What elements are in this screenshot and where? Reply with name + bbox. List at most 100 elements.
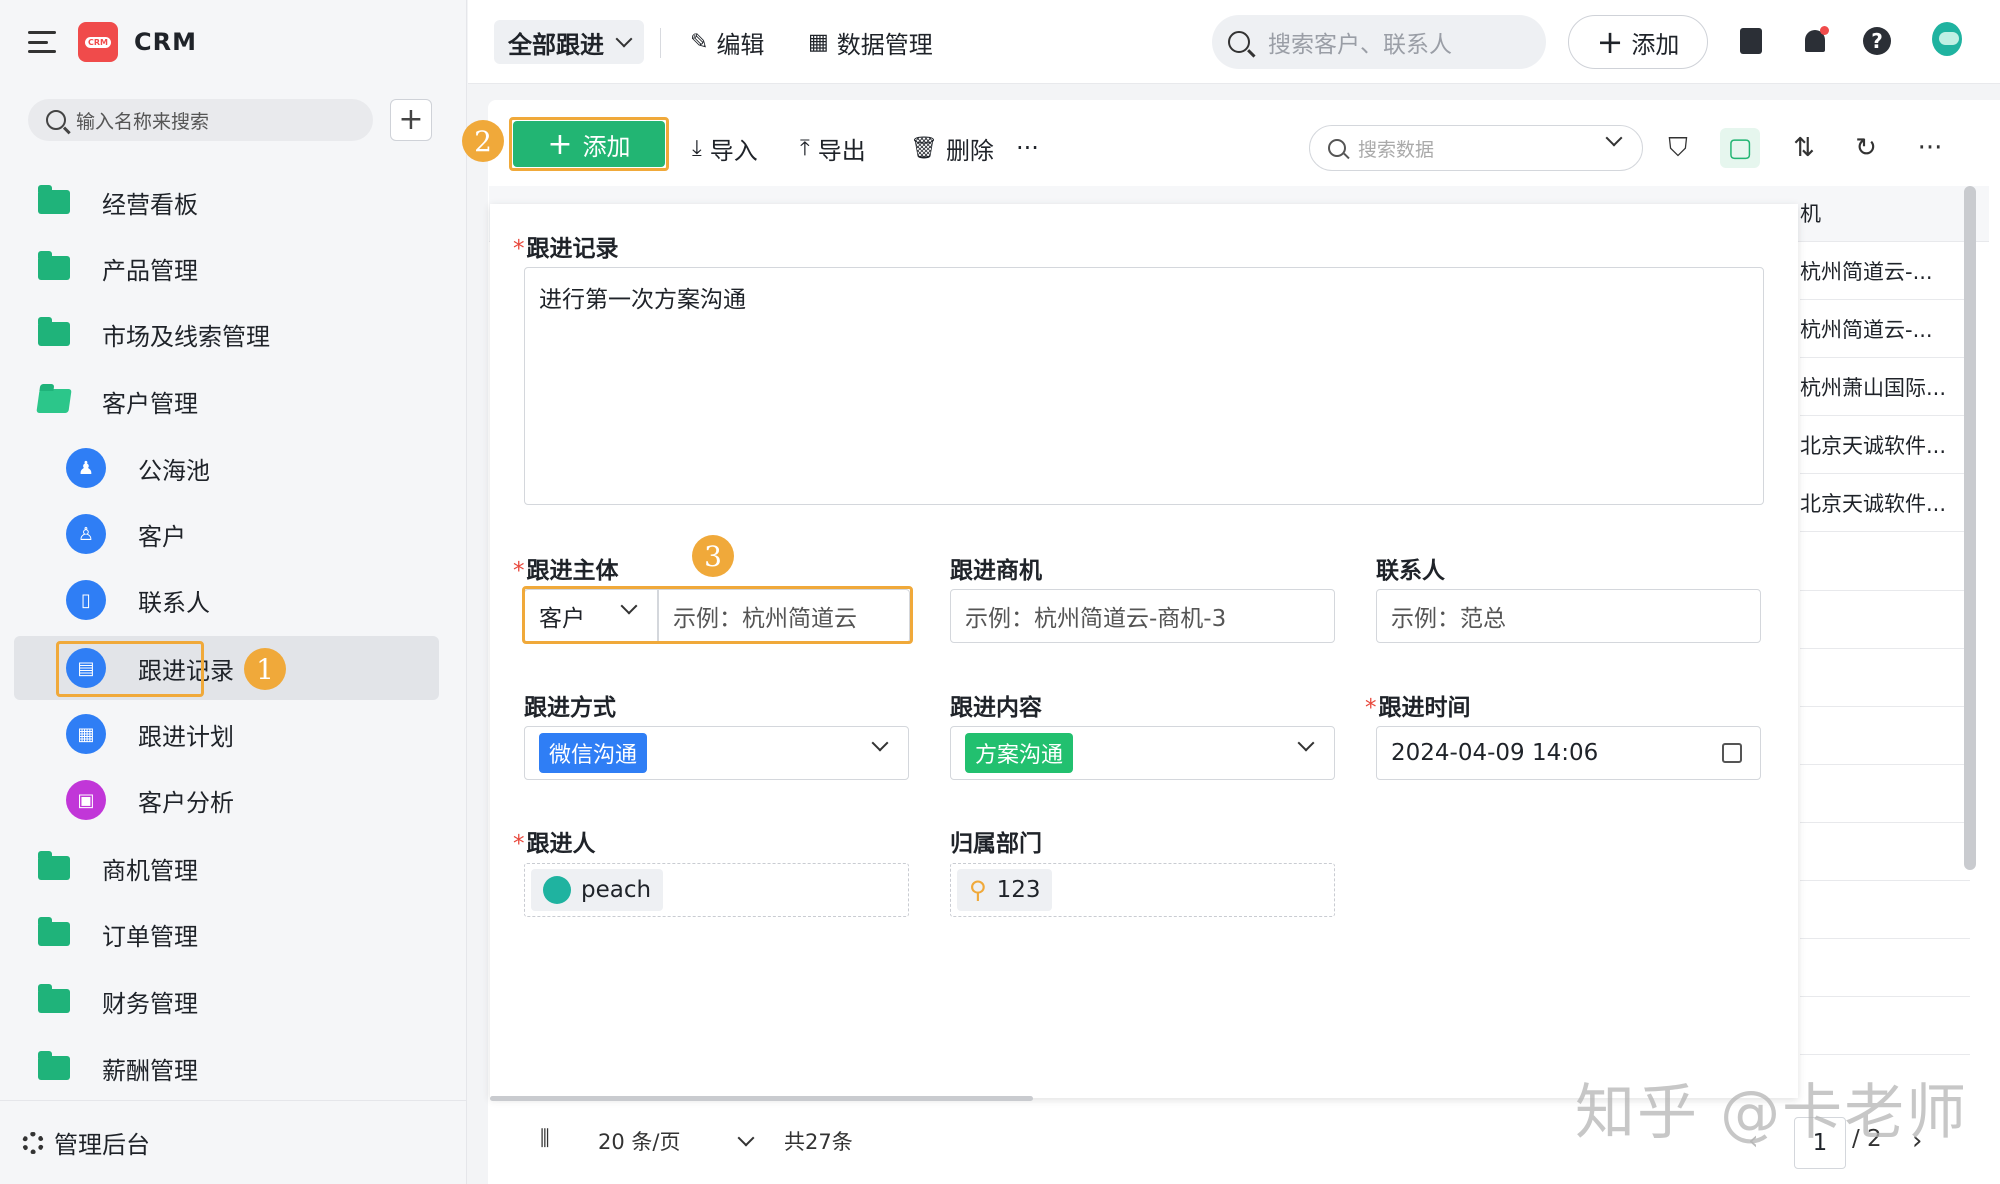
owner-name: peach <box>581 877 652 903</box>
method-select[interactable]: 微信沟通 <box>524 726 909 780</box>
folder-icon <box>38 251 70 280</box>
sidebar-item-finance[interactable]: 财务管理 <box>14 969 439 1033</box>
content-select[interactable]: 方案沟通 <box>950 726 1335 780</box>
watermark: 知乎 @卡老师 <box>1575 1078 1969 1148</box>
sidebar-item-contacts[interactable]: ▯ 联系人 <box>14 568 439 632</box>
chevron-down-icon <box>1297 734 1315 752</box>
folder-icon <box>38 917 70 946</box>
sidebar-item-public-pool[interactable]: ♟ 公海池 <box>14 436 439 500</box>
highlight-box-subject <box>522 586 913 644</box>
customer-icon: ♙ <box>66 514 106 554</box>
help-icon[interactable]: ? <box>1862 26 1892 56</box>
menu-icon[interactable] <box>28 31 56 53</box>
top-add-button[interactable]: + 添加 <box>1568 15 1708 69</box>
table-row-divider <box>1800 880 1970 881</box>
sidebar-item-label: 薪酬管理 <box>102 1056 198 1085</box>
sidebar-item-products[interactable]: 产品管理 <box>14 236 439 300</box>
page-size-select[interactable]: 20 条/页 <box>598 1126 755 1156</box>
sidebar-item-customer-management[interactable]: 客户管理 <box>14 369 439 433</box>
global-search-input[interactable]: 搜索客户、联系人 <box>1212 15 1546 69</box>
bell-icon[interactable] <box>1800 26 1830 56</box>
sidebar-item-orders[interactable]: 订单管理 <box>14 902 439 966</box>
chevron-down-icon <box>871 734 889 752</box>
table-icon: ▦ <box>808 29 829 55</box>
analysis-icon: ▣ <box>66 780 106 820</box>
folder-icon <box>38 851 70 880</box>
sidebar-item-label: 订单管理 <box>102 922 198 951</box>
sidebar-item-label: 市场及线索管理 <box>102 322 270 351</box>
step-badge-1: 1 <box>244 648 286 690</box>
view-toggle-icon[interactable]: ▢ <box>1720 128 1760 168</box>
dept-label: 归属部门 <box>950 831 1042 857</box>
sort-icon[interactable]: ⇅ <box>1784 128 1824 168</box>
sidebar-header: CRM CRM <box>28 22 197 62</box>
sidebar-item-customers[interactable]: ♙ 客户 <box>14 502 439 566</box>
filter-icon[interactable]: ⛉ <box>1658 128 1698 168</box>
table-row[interactable]: 杭州简道云-... <box>1800 300 1970 358</box>
more-icon[interactable]: ··· <box>1910 128 1950 168</box>
sidebar-item-label: 经营看板 <box>102 190 198 219</box>
sidebar-search-placeholder: 输入名称来搜索 <box>76 110 210 133</box>
record-textarea[interactable]: 进行第一次方案沟通 <box>524 267 1764 505</box>
table-row-divider <box>1800 822 1970 823</box>
dept-field[interactable]: ⚲ 123 <box>950 863 1335 917</box>
data-manage-button[interactable]: ▦ 数据管理 <box>808 22 933 62</box>
vertical-scrollbar[interactable] <box>1964 186 1976 870</box>
book-icon[interactable] <box>1736 26 1766 56</box>
edit-label: 编辑 <box>716 30 765 59</box>
contact-card-icon: ▯ <box>66 580 106 620</box>
sidebar-item-customer-analysis[interactable]: ▣ 客户分析 <box>14 768 439 832</box>
opportunity-input[interactable]: 示例：杭州简道云-商机-3 <box>950 589 1335 643</box>
data-manage-label: 数据管理 <box>836 30 933 59</box>
table-row[interactable]: 北京天诚软件... <box>1800 474 1970 532</box>
table-row[interactable]: 杭州简道云-... <box>1800 242 1970 300</box>
folder-icon <box>38 317 70 346</box>
sidebar-item-opportunities[interactable]: 商机管理 <box>14 836 439 900</box>
owner-field[interactable]: peach <box>524 863 909 917</box>
sidebar-search-input[interactable]: 输入名称来搜索 <box>28 99 373 141</box>
sidebar-item-label: 商机管理 <box>102 856 198 885</box>
sidebar-item-payroll[interactable]: 薪酬管理 <box>14 1036 439 1100</box>
view-selector[interactable]: 全部跟进 <box>494 20 644 64</box>
table-row[interactable]: 杭州萧山国际... <box>1800 358 1970 416</box>
edit-button[interactable]: ✎ 编辑 <box>690 22 764 62</box>
sidebar-add-button[interactable]: + <box>390 99 432 141</box>
contact-label: 联系人 <box>1376 558 1445 584</box>
import-button[interactable]: ⤓ 导入 <box>692 128 758 168</box>
horizontal-scrollbar[interactable] <box>490 1096 1033 1101</box>
method-label: 跟进方式 <box>524 695 616 721</box>
opportunity-label: 跟进商机 <box>950 558 1042 584</box>
app-logo: CRM <box>78 22 118 62</box>
content-label: 跟进内容 <box>950 695 1042 721</box>
data-search-input[interactable]: 搜索数据 <box>1309 125 1643 171</box>
table-row-divider <box>1800 996 1970 997</box>
table-row[interactable]: 北京天诚软件... <box>1800 416 1970 474</box>
sidebar-item-label: 财务管理 <box>102 989 198 1018</box>
admin-console-link[interactable]: 管理后台 <box>0 1100 467 1184</box>
content-tag: 方案沟通 <box>965 733 1074 773</box>
export-button[interactable]: ⤒ 导出 <box>800 128 866 168</box>
method-tag: 微信沟通 <box>539 733 648 773</box>
time-picker[interactable]: 2024-04-09 14:06 <box>1376 726 1761 780</box>
column-settings-icon[interactable]: ⫼ <box>540 1126 550 1151</box>
folder-icon <box>38 984 70 1013</box>
dept-chip[interactable]: ⚲ 123 <box>957 869 1053 911</box>
sidebar-item-dashboard[interactable]: 经营看板 <box>14 170 439 234</box>
table-row-divider <box>1800 590 1970 591</box>
more-actions-button[interactable]: ··· <box>1016 128 1039 168</box>
sidebar-item-label: 跟进计划 <box>138 722 234 751</box>
sidebar-item-follow-up-plans[interactable]: ▦ 跟进计划 <box>14 702 439 766</box>
folder-open-icon <box>36 389 72 413</box>
refresh-icon[interactable]: ↻ <box>1846 128 1886 168</box>
top-add-label: 添加 <box>1631 30 1680 59</box>
contact-input[interactable]: 示例：范总 <box>1376 589 1761 643</box>
user-avatar[interactable] <box>1932 22 1962 56</box>
sidebar-item-market-leads[interactable]: 市场及线索管理 <box>14 302 439 366</box>
delete-label: 删除 <box>945 136 994 165</box>
owner-chip[interactable]: peach <box>531 869 664 911</box>
delete-button[interactable]: 🗑 删除 <box>910 128 994 168</box>
chevron-down-icon <box>615 30 633 48</box>
app-name: CRM <box>134 28 197 56</box>
sidebar: CRM CRM 输入名称来搜索 + 经营看板 产品管理 市场及线索管理 客户管理… <box>0 0 467 1184</box>
calendar-icon: ▦ <box>66 714 106 754</box>
